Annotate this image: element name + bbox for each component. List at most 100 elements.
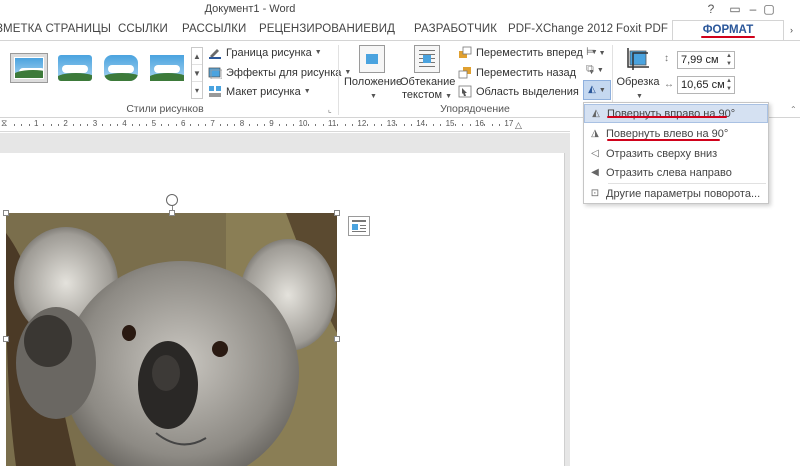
chevron-down-icon: ▼	[303, 88, 311, 95]
ruler-tick	[462, 124, 464, 126]
more-rotation-icon: ⊡	[590, 188, 600, 199]
resize-handle-top-left[interactable]	[3, 210, 9, 216]
restore-icon[interactable]: ▢	[760, 1, 778, 17]
layout-options-icon	[352, 220, 366, 232]
rotate-icon: ◭	[588, 84, 596, 95]
rotation-handle-icon[interactable]	[166, 194, 178, 206]
width-spinner[interactable]: ▲ ▼	[724, 77, 734, 93]
selection-pane-button[interactable]: Область выделения	[458, 85, 579, 98]
align-icon[interactable]: ⊨ ▼	[586, 45, 606, 58]
ribbon-display-icon[interactable]: ▭	[726, 1, 744, 17]
ruler-tick	[168, 124, 170, 126]
ruler-number: 5	[151, 119, 157, 128]
position-button[interactable]: Положение ▼	[344, 45, 402, 103]
ruler-tick	[263, 124, 265, 126]
layout-options-button[interactable]	[348, 216, 370, 236]
wrap-text-label-1: Обтекание	[400, 76, 456, 88]
ruler-tick	[205, 124, 207, 126]
ruler-tick	[352, 124, 354, 126]
ruler-tick	[28, 124, 30, 126]
tab-review[interactable]: РЕЦЕНЗИРОВАНИЕ	[259, 23, 371, 35]
ruler-tick	[146, 124, 148, 126]
height-input[interactable]: 7,99 см ▲ ▼	[677, 51, 735, 69]
format-tab-underline	[701, 36, 755, 38]
resize-handle-left[interactable]	[3, 336, 9, 342]
tab-references[interactable]: ССЫЛКИ	[118, 23, 168, 35]
indent-marker-icon[interactable]: ⧖	[1, 118, 7, 129]
ruler-tick	[293, 124, 295, 126]
flip-vertical-item[interactable]: ◁ Отразить сверху вниз	[584, 144, 768, 163]
picture-effects-button[interactable]: Эффекты для рисунка ▼	[208, 66, 351, 80]
ruler-tick	[337, 124, 339, 126]
right-indent-marker-icon[interactable]: △	[515, 120, 522, 131]
ruler-tick	[322, 124, 324, 126]
picture-layout-label: Макет рисунка	[226, 85, 301, 98]
koala-photo[interactable]	[6, 213, 337, 466]
picture-style-4[interactable]	[148, 53, 186, 83]
bring-forward-label: Переместить вперед	[476, 46, 583, 59]
picture-style-3[interactable]	[102, 53, 140, 83]
wrap-text-button[interactable]: Обтекание текстом ▼	[400, 45, 456, 103]
selection-pane-label: Область выделения	[476, 85, 579, 98]
help-icon[interactable]: ?	[702, 1, 720, 17]
gallery-down-icon[interactable]: ▼	[192, 65, 202, 82]
height-spinner[interactable]: ▲ ▼	[724, 52, 734, 68]
rotate-right-underline	[607, 116, 727, 118]
horizontal-ruler[interactable]: ⧖ 1 2 3 4 5 6 7 8 9 10 11 12 13 14 15 16 17 △	[0, 118, 570, 132]
picture-effects-label: Эффекты для рисунка	[226, 66, 342, 79]
width-value: 10,65 см	[681, 79, 725, 91]
ruler-tick	[403, 124, 405, 126]
rotate-right-90-item[interactable]: ◭ Повернуть вправо на 90°	[584, 104, 768, 123]
ruler-tick	[374, 124, 376, 126]
ruler-number: 17	[504, 119, 514, 128]
dialog-launcher-icon[interactable]: ⌞	[328, 105, 332, 114]
chevron-down-icon: ▼	[598, 87, 606, 94]
ruler-tick	[175, 124, 177, 126]
crop-label: Обрезка	[616, 76, 660, 88]
resize-handle-right[interactable]	[334, 336, 340, 342]
ruler-tick	[366, 124, 368, 126]
send-backward-button[interactable]: Переместить назад ▼	[458, 66, 595, 79]
flip-horizontal-item[interactable]: ◀ Отразить слева направо	[584, 163, 768, 182]
group-label-picture-styles: Стили рисунков	[126, 103, 204, 115]
ruler-number: 12	[357, 119, 367, 128]
bring-forward-icon	[458, 46, 472, 59]
ruler-tick	[87, 124, 89, 126]
more-rotation-options-item[interactable]: ⊡ Другие параметры поворота...	[584, 184, 768, 203]
tab-page-layout[interactable]: ЗМЕТКА СТРАНИЦЫ	[0, 23, 111, 35]
ruler-number: 14	[416, 119, 426, 128]
flip-vertical-icon: ◁	[591, 148, 599, 159]
group-objects-icon[interactable]: ⧉ ▼	[586, 63, 604, 76]
scroll-tabs-right-icon[interactable]: ›	[790, 25, 793, 35]
picture-border-icon	[208, 46, 222, 59]
ruler-number: 9	[269, 119, 274, 128]
tab-view[interactable]: ВИД	[371, 23, 395, 35]
gallery-more-icon[interactable]: ▾	[192, 82, 202, 99]
gallery-up-icon[interactable]: ▲	[192, 48, 202, 65]
koala-image	[6, 213, 337, 466]
ruler-tick	[432, 124, 434, 126]
picture-border-button[interactable]: Граница рисунка ▼	[208, 46, 322, 59]
window-title: Документ1 - Word	[204, 3, 296, 15]
rotate-button[interactable]: ◭ ▼	[583, 80, 611, 100]
tab-pdf-xchange[interactable]: PDF-XChange 2012	[508, 23, 613, 35]
picture-style-2[interactable]	[56, 53, 94, 83]
styles-gallery-scroll[interactable]: ▲ ▼ ▾	[191, 47, 203, 99]
height-value: 7,99 см	[681, 54, 719, 66]
crop-button[interactable]: Обрезка ▼	[614, 45, 662, 103]
ruler-tick	[102, 124, 104, 126]
tab-foxit-pdf[interactable]: Foxit PDF	[616, 23, 668, 35]
picture-style-1[interactable]	[10, 53, 48, 83]
flip-horizontal-label: Отразить слева направо	[606, 166, 732, 179]
width-input[interactable]: 10,65 см ▲ ▼	[677, 76, 735, 94]
ruler-tick	[454, 124, 456, 126]
bring-forward-button[interactable]: Переместить вперед ▼	[458, 46, 598, 59]
collapse-ribbon-icon[interactable]: ⌃	[790, 105, 797, 114]
tab-developer[interactable]: РАЗРАБОТЧИК	[414, 23, 497, 35]
tab-mailings[interactable]: РАССЫЛКИ	[182, 23, 246, 35]
ruler-tick	[425, 124, 427, 126]
resize-handle-top-right[interactable]	[334, 210, 340, 216]
ruler-tick	[116, 124, 118, 126]
ruler-tick	[21, 124, 23, 126]
picture-layout-button[interactable]: Макет рисунка ▼	[208, 85, 311, 98]
